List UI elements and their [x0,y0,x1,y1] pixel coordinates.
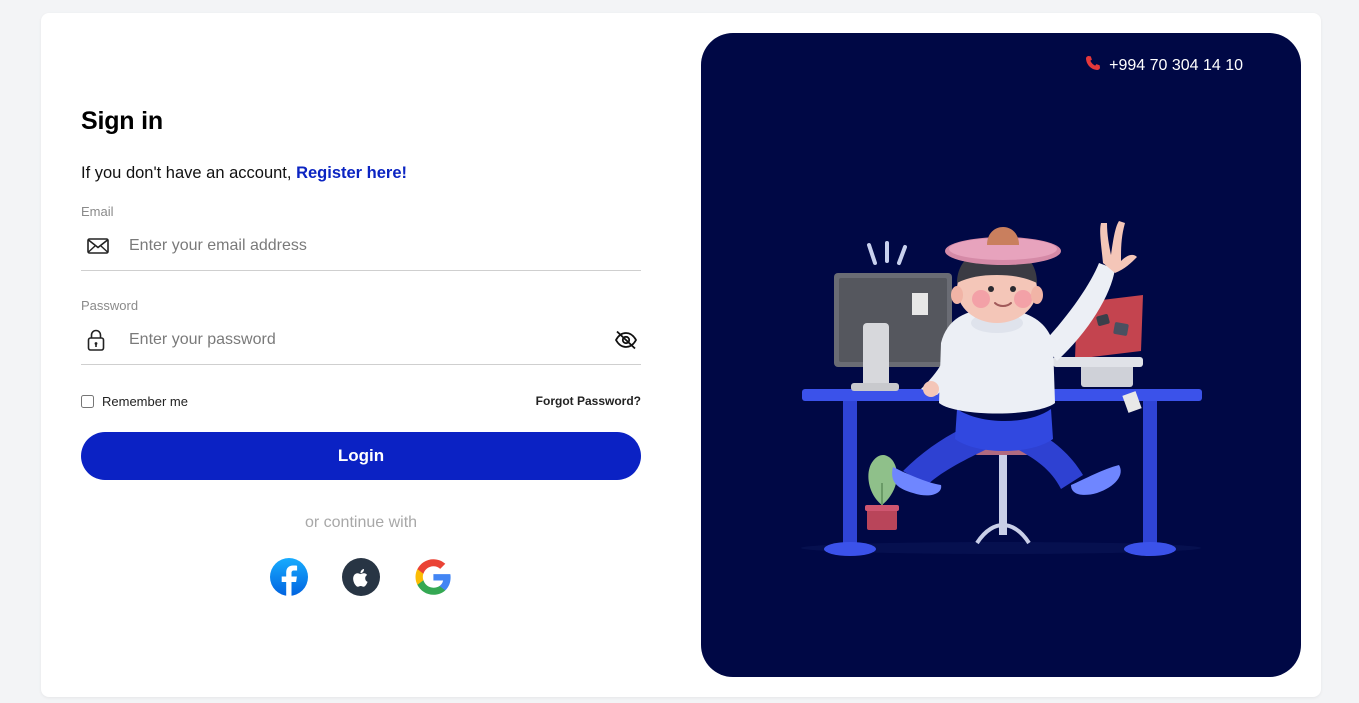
signin-form: Sign in If you don't have an account, Re… [81,13,641,697]
register-link[interactable]: Register here! [296,164,407,182]
illustration-panel: +994 70 304 14 10 [701,33,1301,677]
phone-contact[interactable]: +994 70 304 14 10 [1085,55,1243,76]
login-button[interactable]: Login [81,432,641,480]
envelope-icon [81,233,117,259]
page-title: Sign in [81,107,163,135]
or-continue-text: or continue with [304,514,418,531]
register-prompt-text: If you don't have an account, [81,164,297,182]
apple-icon[interactable] [341,557,381,597]
eye-off-icon[interactable] [611,327,641,353]
person-at-desk-illustration [801,221,1202,556]
form-options: Remember me Forgot Password? [81,391,641,411]
register-prompt: If you don't have an account, Register h… [81,164,407,183]
social-login [81,557,641,597]
email-field-wrapper [81,221,641,271]
lock-icon [81,327,117,353]
email-input[interactable] [129,225,641,266]
phone-icon [1085,55,1101,76]
phone-number: +994 70 304 14 10 [1109,56,1243,74]
password-label: Password [81,298,139,313]
facebook-icon[interactable] [269,557,309,597]
remember-checkbox[interactable] [81,394,94,408]
google-icon[interactable] [413,557,453,597]
email-label: Email [81,204,114,219]
forgot-password-link[interactable]: Forgot Password? [536,394,641,408]
password-input[interactable] [129,319,611,360]
signin-card: Sign in If you don't have an account, Re… [41,13,1321,697]
remember-label: Remember me [102,393,188,409]
password-field-wrapper [81,315,641,365]
remember-me[interactable]: Remember me [81,394,188,409]
